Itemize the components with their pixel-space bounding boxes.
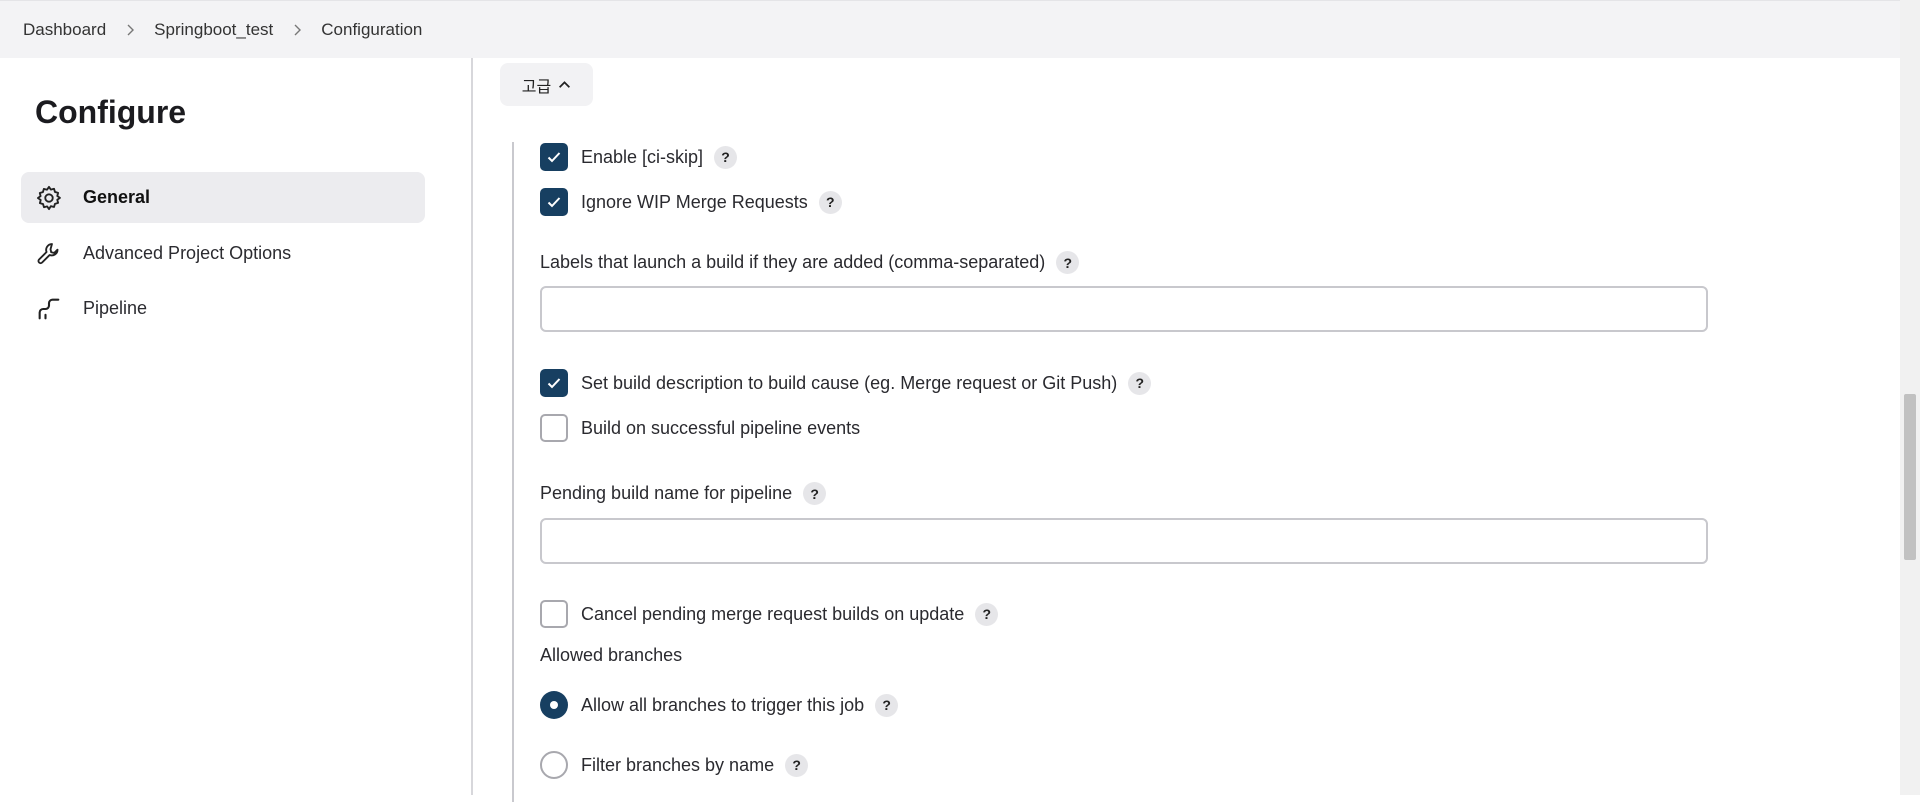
ignore-wip-label: Ignore WIP Merge Requests bbox=[581, 191, 808, 212]
allow-all-branches-row: Allow all branches to trigger this job ? bbox=[540, 691, 899, 719]
labels-field-label: Labels that launch a build if they are a… bbox=[540, 252, 1046, 272]
set-build-description-checkbox[interactable] bbox=[540, 369, 568, 397]
sidebar-item-pipeline[interactable]: Pipeline bbox=[21, 283, 425, 334]
page-title: Configure bbox=[35, 94, 187, 130]
sidebar: Configure General Advanced Project Optio… bbox=[0, 58, 473, 795]
cancel-pending-row: Cancel pending merge request builds on u… bbox=[540, 600, 999, 628]
filter-branches-label: Filter branches by name bbox=[581, 754, 775, 775]
allowed-branches-heading: Allowed branches bbox=[540, 645, 682, 666]
enable-ci-skip-row: Enable [ci-skip] ? bbox=[540, 143, 738, 171]
allow-all-branches-radio[interactable] bbox=[540, 691, 568, 719]
pending-build-name-input[interactable] bbox=[540, 518, 1708, 564]
build-on-pipeline-row: Build on successful pipeline events bbox=[540, 414, 860, 442]
section-divider bbox=[512, 142, 514, 802]
allowed-branches-label: Allowed branches bbox=[540, 645, 683, 665]
labels-input[interactable] bbox=[540, 286, 1708, 332]
filter-branches-radio[interactable] bbox=[540, 751, 568, 779]
sidebar-item-label: Advanced Project Options bbox=[83, 243, 292, 263]
set-build-description-row: Set build description to build cause (eg… bbox=[540, 369, 1152, 397]
help-icon[interactable]: ? bbox=[1056, 251, 1080, 274]
gear-icon bbox=[35, 184, 63, 212]
build-on-pipeline-label: Build on successful pipeline events bbox=[581, 417, 861, 438]
check-icon bbox=[547, 197, 561, 208]
vertical-scrollbar[interactable] bbox=[1900, 0, 1920, 795]
ignore-wip-checkbox[interactable] bbox=[540, 188, 568, 216]
main-content: 고급 Enable [ci-skip] ? Ignore WIP Merge R… bbox=[475, 58, 1900, 802]
pending-build-name-label-row: Pending build name for pipeline ? bbox=[540, 482, 827, 505]
sidebar-item-advanced-project-options[interactable]: Advanced Project Options bbox=[21, 228, 425, 279]
help-icon[interactable]: ? bbox=[875, 693, 899, 717]
check-icon bbox=[547, 378, 561, 389]
chevron-right-icon bbox=[291, 24, 303, 36]
labels-field-label-row: Labels that launch a build if they are a… bbox=[540, 251, 1080, 274]
set-build-description-label: Set build description to build cause (eg… bbox=[581, 372, 1118, 393]
advanced-label: 고급 bbox=[521, 78, 552, 96]
cancel-pending-label: Cancel pending merge request builds on u… bbox=[581, 603, 965, 624]
ignore-wip-row: Ignore WIP Merge Requests ? bbox=[540, 188, 842, 216]
cancel-pending-checkbox[interactable] bbox=[540, 600, 568, 628]
pending-build-name-label: Pending build name for pipeline bbox=[540, 483, 793, 503]
sidebar-item-general[interactable]: General bbox=[21, 172, 425, 223]
help-icon[interactable]: ? bbox=[1128, 371, 1152, 395]
advanced-toggle-button[interactable]: 고급 bbox=[500, 63, 593, 106]
pipeline-icon bbox=[35, 295, 63, 323]
sidebar-item-label: Pipeline bbox=[83, 298, 148, 318]
breadcrumb: Dashboard Springboot_test Configuration bbox=[0, 0, 1900, 58]
help-icon[interactable]: ? bbox=[803, 482, 827, 505]
allow-all-branches-label: Allow all branches to trigger this job bbox=[581, 694, 865, 715]
breadcrumb-dashboard[interactable]: Dashboard bbox=[23, 20, 106, 40]
chevron-right-icon bbox=[124, 24, 136, 36]
scrollbar-thumb[interactable] bbox=[1904, 394, 1916, 560]
check-icon bbox=[547, 152, 561, 163]
sidebar-item-label: General bbox=[83, 187, 151, 207]
chevron-up-icon bbox=[559, 81, 571, 88]
breadcrumb-project[interactable]: Springboot_test bbox=[154, 20, 273, 40]
enable-ci-skip-checkbox[interactable] bbox=[540, 143, 568, 171]
help-icon[interactable]: ? bbox=[714, 145, 738, 169]
filter-branches-row: Filter branches by name ? bbox=[540, 751, 809, 779]
help-icon[interactable]: ? bbox=[818, 190, 842, 214]
help-icon[interactable]: ? bbox=[975, 602, 999, 626]
enable-ci-skip-label: Enable [ci-skip] bbox=[581, 146, 704, 167]
wrench-icon bbox=[35, 240, 63, 268]
breadcrumb-configuration[interactable]: Configuration bbox=[321, 20, 422, 40]
build-on-pipeline-checkbox[interactable] bbox=[540, 414, 568, 442]
help-icon[interactable]: ? bbox=[785, 753, 809, 777]
